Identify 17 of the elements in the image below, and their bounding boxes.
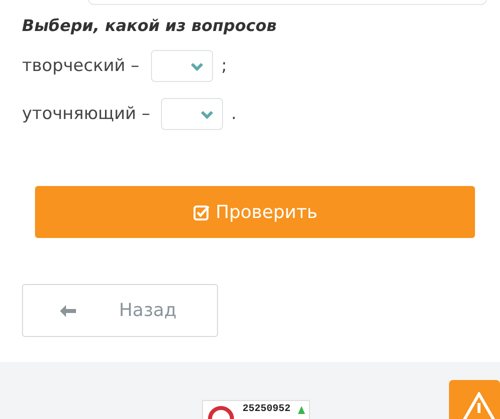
dropdown-select[interactable] (151, 50, 214, 82)
punctuation-mark: ; (221, 56, 227, 76)
dropdown-select[interactable] (161, 98, 224, 130)
check-button[interactable]: Проверить (35, 186, 475, 238)
chevron-down-icon (190, 62, 204, 70)
checkbox-icon (192, 204, 210, 220)
warning-icon (461, 392, 497, 419)
back-button[interactable]: Назад (22, 284, 218, 337)
counter-value: 25250952 (242, 403, 290, 415)
arrow-left-icon (59, 304, 77, 318)
triangle-up-icon (298, 406, 305, 414)
question-title: Выбери, какой из вопросов (22, 16, 278, 37)
ring-icon (207, 403, 235, 419)
chevron-down-icon (200, 110, 214, 118)
punctuation-mark: . (231, 104, 236, 124)
row-label: творческий – (22, 56, 140, 76)
row-label: уточняющий – (22, 104, 150, 124)
